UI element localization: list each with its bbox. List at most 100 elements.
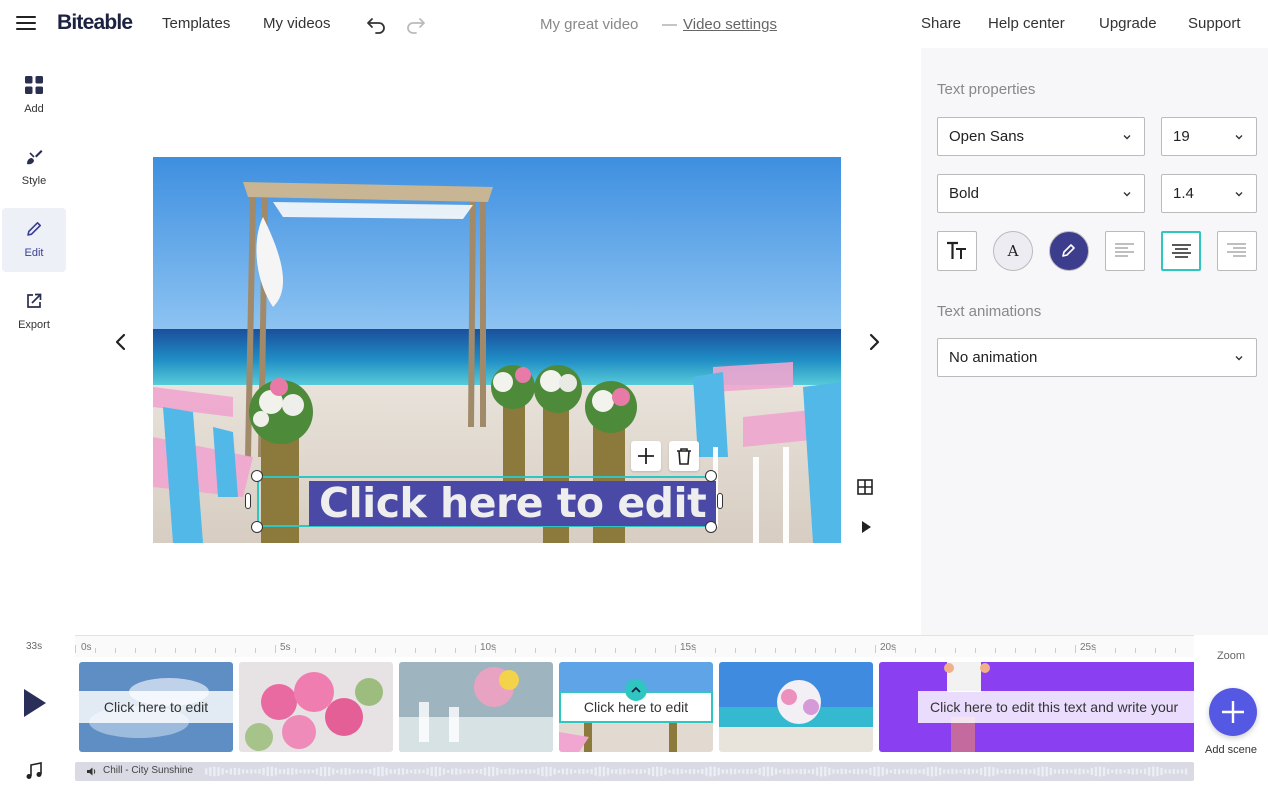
resize-handle-left[interactable] [245, 493, 251, 509]
preview-play-icon[interactable] [857, 518, 875, 536]
font-family-select[interactable]: Open Sans [937, 117, 1145, 156]
text-color-button[interactable]: A [993, 231, 1033, 271]
waveform-bar [811, 768, 815, 775]
ruler-tick [555, 648, 556, 653]
nav-my-videos[interactable]: My videos [263, 15, 331, 32]
redo-icon[interactable] [404, 12, 428, 36]
nav-upgrade[interactable]: Upgrade [1099, 15, 1157, 32]
scene-clip-5[interactable] [719, 662, 873, 752]
waveform-bar [438, 767, 442, 776]
hamburger-menu-icon[interactable] [16, 14, 36, 34]
font-weight-select[interactable]: Bold [937, 174, 1145, 213]
ruler-tick [915, 648, 916, 653]
add-scene-button[interactable] [1209, 688, 1257, 736]
delete-element-button[interactable] [669, 441, 699, 471]
highlight-color-button[interactable] [1049, 231, 1089, 271]
waveform-bar [1086, 769, 1089, 774]
scene-clip-1[interactable]: Click here to edit [79, 662, 233, 752]
resize-handle-top-right[interactable] [705, 470, 717, 482]
waveform-bar [848, 769, 852, 774]
waveform-bar [524, 769, 528, 774]
selected-text-element[interactable]: Click here to edit [257, 476, 717, 527]
text-case-button[interactable] [937, 231, 977, 271]
biteable-logo[interactable]: Biteable [57, 11, 133, 35]
waveform-bar [770, 767, 774, 776]
canvas-caption-text[interactable]: Click here to edit [309, 481, 717, 526]
tool-style[interactable]: Style [2, 136, 66, 200]
scene-clip-2[interactable] [239, 662, 393, 752]
layout-grid-icon[interactable] [856, 478, 874, 496]
waveform-bar [783, 768, 786, 775]
waveform-bar [1066, 769, 1069, 774]
timeline-ruler[interactable]: 0s 5s 10s 15s 20s 25s [75, 635, 1194, 657]
video-settings-link[interactable]: Video settings [683, 16, 777, 33]
waveform-bar [262, 767, 265, 776]
align-left-button[interactable] [1105, 231, 1145, 271]
line-height-select[interactable]: 1.4 [1161, 174, 1257, 213]
waveform-bar [467, 769, 470, 774]
waveform-bar [902, 769, 905, 774]
waveform-bar [787, 768, 790, 775]
ruler-tick [655, 648, 656, 653]
nav-help-center[interactable]: Help center [988, 15, 1065, 32]
waveform-bar [725, 769, 729, 774]
waveform-bar [598, 766, 601, 777]
resize-handle-bottom-right[interactable] [705, 521, 717, 533]
waveform-bar [795, 769, 798, 774]
zoom-label[interactable]: Zoom [1194, 650, 1268, 662]
font-size-select[interactable]: 19 [1161, 117, 1257, 156]
clip-expand-button[interactable] [625, 679, 647, 701]
scene-clip-4[interactable]: Click here to edit [559, 662, 713, 752]
tool-export[interactable]: Export [2, 280, 66, 344]
waveform-bar [742, 769, 745, 774]
video-title[interactable]: My great video [540, 16, 638, 33]
ruler-tick [875, 645, 876, 653]
waveform-bar [955, 769, 958, 774]
ruler-tick [775, 648, 776, 653]
undo-icon[interactable] [364, 12, 388, 36]
ruler-tick [475, 645, 476, 653]
waveform-bar [984, 766, 987, 777]
audio-track[interactable]: Chill - City Sunshine [75, 762, 1194, 781]
waveform-bar [299, 769, 302, 774]
resize-handle-top-left[interactable] [251, 470, 263, 482]
next-scene-icon[interactable] [864, 332, 884, 352]
animation-select[interactable]: No animation [937, 338, 1257, 377]
ruler-tick [315, 648, 316, 653]
waveform-bar [561, 768, 565, 775]
waveform-bar [930, 766, 934, 777]
ruler-tick [335, 648, 336, 653]
waveform-bar [278, 769, 282, 774]
waveform-bar [627, 769, 630, 774]
waveform-bar [926, 767, 929, 776]
waveform-bar [631, 769, 634, 774]
text-color-letter: A [1007, 242, 1019, 260]
align-center-button[interactable] [1161, 231, 1201, 271]
tool-edit[interactable]: Edit [2, 208, 66, 272]
music-note-icon[interactable] [24, 761, 44, 781]
waveform-bar [668, 769, 671, 774]
scene-clip-3[interactable] [399, 662, 553, 752]
waveform-bar [1164, 769, 1167, 774]
waveform-bar [922, 768, 925, 775]
resize-handle-right[interactable] [717, 493, 723, 509]
tool-add[interactable]: Add [2, 64, 66, 128]
ruler-mark: 5s [280, 642, 291, 653]
nav-templates[interactable]: Templates [162, 15, 230, 32]
ruler-tick [1055, 648, 1056, 653]
waveform-bar [463, 769, 466, 774]
plus-icon [1222, 701, 1244, 723]
resize-handle-bottom-left[interactable] [251, 521, 263, 533]
waveform-bar [832, 769, 835, 774]
play-icon[interactable] [22, 687, 48, 719]
waveform-bar [660, 767, 663, 776]
scene-clip-6[interactable]: Click here to edit this text and write y… [879, 662, 1194, 752]
ruler-tick [695, 648, 696, 653]
add-element-button[interactable] [631, 441, 661, 471]
waveform-bar [274, 767, 278, 776]
align-right-button[interactable] [1217, 231, 1257, 271]
nav-share[interactable]: Share [921, 15, 961, 32]
nav-support[interactable]: Support [1188, 15, 1241, 32]
previous-scene-icon[interactable] [111, 332, 131, 352]
ruler-tick [835, 648, 836, 653]
